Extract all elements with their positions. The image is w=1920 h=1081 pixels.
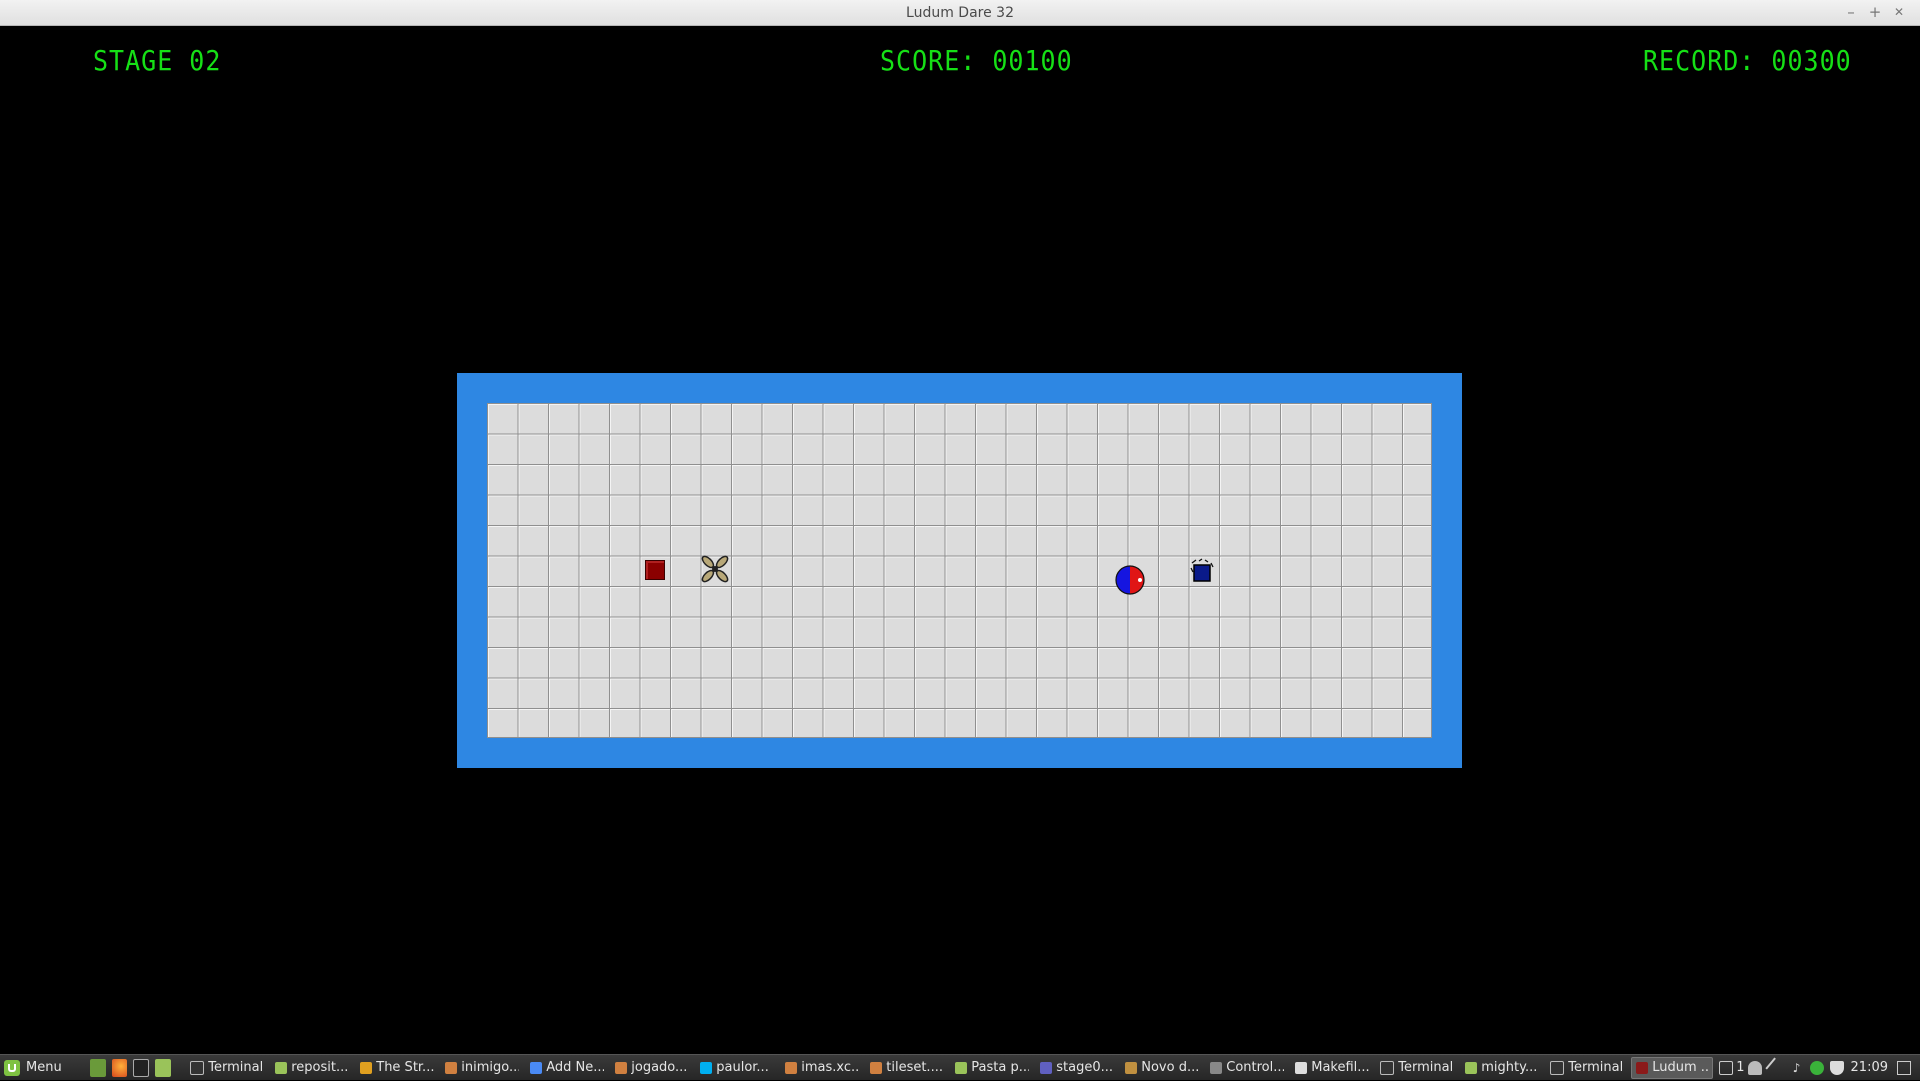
taskbar-task[interactable]: Makefil... xyxy=(1291,1057,1373,1079)
terminal-icon xyxy=(190,1060,205,1075)
desktop-icon[interactable] xyxy=(1897,1060,1911,1075)
taskbar-task[interactable]: Pasta p... xyxy=(951,1057,1033,1079)
task-label: Makefil... xyxy=(1311,1060,1370,1075)
enemy-red-block xyxy=(645,560,665,580)
terminal-icon xyxy=(1380,1060,1395,1075)
playfield-grid xyxy=(487,403,1432,738)
book-icon xyxy=(360,1061,373,1074)
task-label: Pasta p... xyxy=(971,1060,1030,1075)
score-label: SCORE: 00100 xyxy=(880,44,1073,77)
image-icon xyxy=(785,1061,798,1074)
task-label: The Str... xyxy=(376,1060,435,1075)
taskbar-task[interactable]: reposit... xyxy=(271,1057,353,1079)
files-launcher-icon[interactable] xyxy=(155,1058,172,1077)
chat-icon[interactable] xyxy=(1719,1060,1734,1075)
taskbar-task[interactable]: paulor... xyxy=(696,1057,778,1079)
taskbar-task[interactable]: stage0... xyxy=(1036,1057,1118,1079)
taskbar-task[interactable]: Control... xyxy=(1206,1057,1288,1079)
taskbar-task[interactable]: Terminal xyxy=(186,1057,268,1079)
mint-logo-icon xyxy=(4,1059,20,1076)
task-label: reposit... xyxy=(291,1060,349,1075)
player-ball xyxy=(1115,565,1145,595)
minimize-button[interactable]: – xyxy=(1840,0,1862,26)
volume-icon[interactable]: ♪ xyxy=(1790,1061,1804,1075)
start-menu-button[interactable]: Menu xyxy=(0,1055,68,1081)
stage-label: STAGE 02 xyxy=(93,44,222,77)
user-icon[interactable] xyxy=(1747,1060,1762,1075)
skype-icon xyxy=(700,1061,713,1074)
taskbar-task[interactable]: imas.xc... xyxy=(781,1057,863,1079)
terminal-launcher-icon[interactable] xyxy=(133,1058,150,1077)
task-label: Terminal xyxy=(208,1060,264,1075)
settings-icon xyxy=(1210,1061,1223,1074)
chrome-icon xyxy=(530,1061,543,1074)
taskbar-task[interactable]: tileset.... xyxy=(866,1057,948,1079)
task-label: paulor... xyxy=(716,1060,769,1075)
pen-icon[interactable] xyxy=(1764,1056,1787,1079)
taskbar: Menu Terminal reposit... The Str... inimigo… xyxy=(0,1054,1920,1080)
maximize-button[interactable]: + xyxy=(1864,0,1886,26)
shield-icon[interactable] xyxy=(1829,1060,1844,1075)
task-label: Terminal xyxy=(1398,1060,1454,1075)
image-icon xyxy=(615,1061,628,1074)
editor-icon xyxy=(1295,1061,1308,1074)
update-icon[interactable] xyxy=(1809,1060,1824,1075)
text-icon xyxy=(1040,1061,1053,1074)
firefox-icon[interactable] xyxy=(111,1058,128,1077)
task-label: Novo d... xyxy=(1141,1060,1200,1075)
taskbar-task[interactable]: Terminal xyxy=(1376,1057,1458,1079)
task-label: inimigo... xyxy=(461,1060,520,1075)
image-icon xyxy=(870,1061,883,1074)
notification-count: 1 xyxy=(1736,1060,1745,1075)
task-label: Control... xyxy=(1226,1060,1285,1075)
close-button[interactable]: ✕ xyxy=(1888,0,1910,26)
enemy-spinner xyxy=(699,553,731,585)
taskbar-task[interactable]: Add Ne... xyxy=(526,1057,608,1079)
task-label: tileset.... xyxy=(886,1060,943,1075)
image-icon xyxy=(445,1061,458,1074)
taskbar-task[interactable]: Terminal xyxy=(1546,1057,1628,1079)
game-icon xyxy=(1636,1061,1649,1074)
enemy-blue-block xyxy=(1189,558,1215,584)
task-list: Terminal reposit... The Str... inimigo... Ad… xyxy=(186,1056,1716,1079)
record-label: RECORD: 00300 xyxy=(1643,44,1852,77)
window-title: Ludum Dare 32 xyxy=(906,5,1014,21)
taskbar-task[interactable]: mighty... xyxy=(1461,1057,1543,1079)
system-tray: 1 ♪ 21:09 xyxy=(1716,1056,1920,1079)
task-label: imas.xc... xyxy=(801,1060,860,1075)
window-titlebar[interactable]: Ludum Dare 32 – + ✕ xyxy=(0,0,1920,26)
clock[interactable]: 21:09 xyxy=(1851,1060,1888,1075)
game-canvas[interactable]: STAGE 02 SCORE: 00100 RECORD: 00300 xyxy=(0,26,1920,1041)
folder-icon xyxy=(1465,1061,1478,1074)
taskbar-task[interactable]: Ludum ... xyxy=(1631,1056,1714,1079)
taskbar-task[interactable]: The Str... xyxy=(356,1057,438,1079)
taskbar-task[interactable]: inimigo... xyxy=(441,1057,523,1079)
playfield-border xyxy=(457,373,1462,768)
task-label: mighty... xyxy=(1481,1060,1538,1075)
task-label: Terminal xyxy=(1568,1060,1624,1075)
task-label: stage0... xyxy=(1056,1060,1114,1075)
folder-icon xyxy=(275,1061,288,1074)
document-icon xyxy=(1125,1061,1138,1074)
task-label: Ludum ... xyxy=(1652,1060,1709,1075)
taskbar-task[interactable]: jogado... xyxy=(611,1057,693,1079)
terminal-icon xyxy=(1550,1060,1565,1075)
task-label: Add Ne... xyxy=(546,1060,605,1075)
folder-icon xyxy=(955,1061,968,1074)
menu-label: Menu xyxy=(26,1060,62,1075)
taskbar-task[interactable]: Novo d... xyxy=(1121,1057,1203,1079)
task-label: jogado... xyxy=(631,1060,688,1075)
show-desktop-icon[interactable] xyxy=(89,1058,106,1077)
